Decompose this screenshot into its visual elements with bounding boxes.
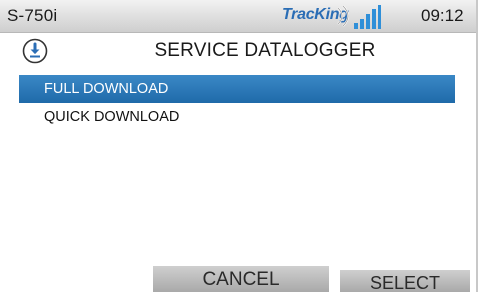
page-title: SERVICE DATALOGGER (154, 40, 376, 61)
status-bar: S-750i TracKing 09:12 (0, 0, 476, 33)
download-menu: FULL DOWNLOAD QUICK DOWNLOAD (19, 75, 455, 131)
device-screen: S-750i TracKing 09:12 SERVICE DATALOGGER… (0, 0, 478, 292)
device-model: S-750i (7, 6, 58, 25)
menu-item-full-download[interactable]: FULL DOWNLOAD (19, 75, 455, 103)
signal-strength-icon (354, 5, 381, 29)
cancel-button[interactable]: CANCEL (153, 266, 329, 292)
menu-item-quick-download[interactable]: QUICK DOWNLOAD (19, 103, 455, 131)
clock: 09:12 (421, 6, 464, 25)
select-button[interactable]: SELECT (340, 270, 470, 292)
